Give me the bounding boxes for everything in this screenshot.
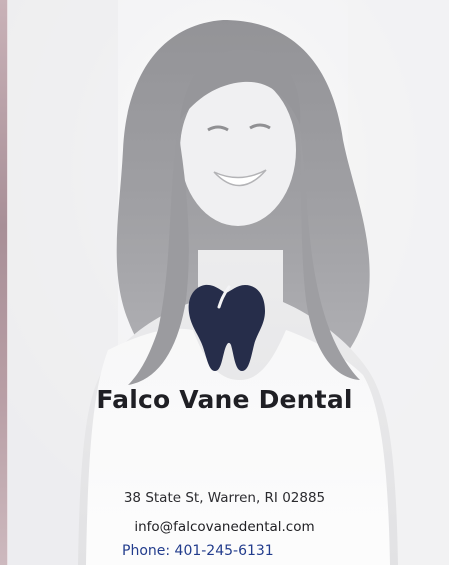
brand-name: Falco Vane Dental <box>96 385 353 414</box>
email-link[interactable]: info@falcovanedental.com <box>0 519 449 535</box>
phone-link[interactable]: Phone: 401-245-6131 <box>122 543 274 559</box>
page: Falco Vane Dental 38 State St, Warren, R… <box>0 0 449 565</box>
address-text: 38 State St, Warren, RI 02885 <box>123 490 326 506</box>
tooth-icon[interactable] <box>185 281 267 373</box>
left-edge-strip <box>0 0 7 565</box>
